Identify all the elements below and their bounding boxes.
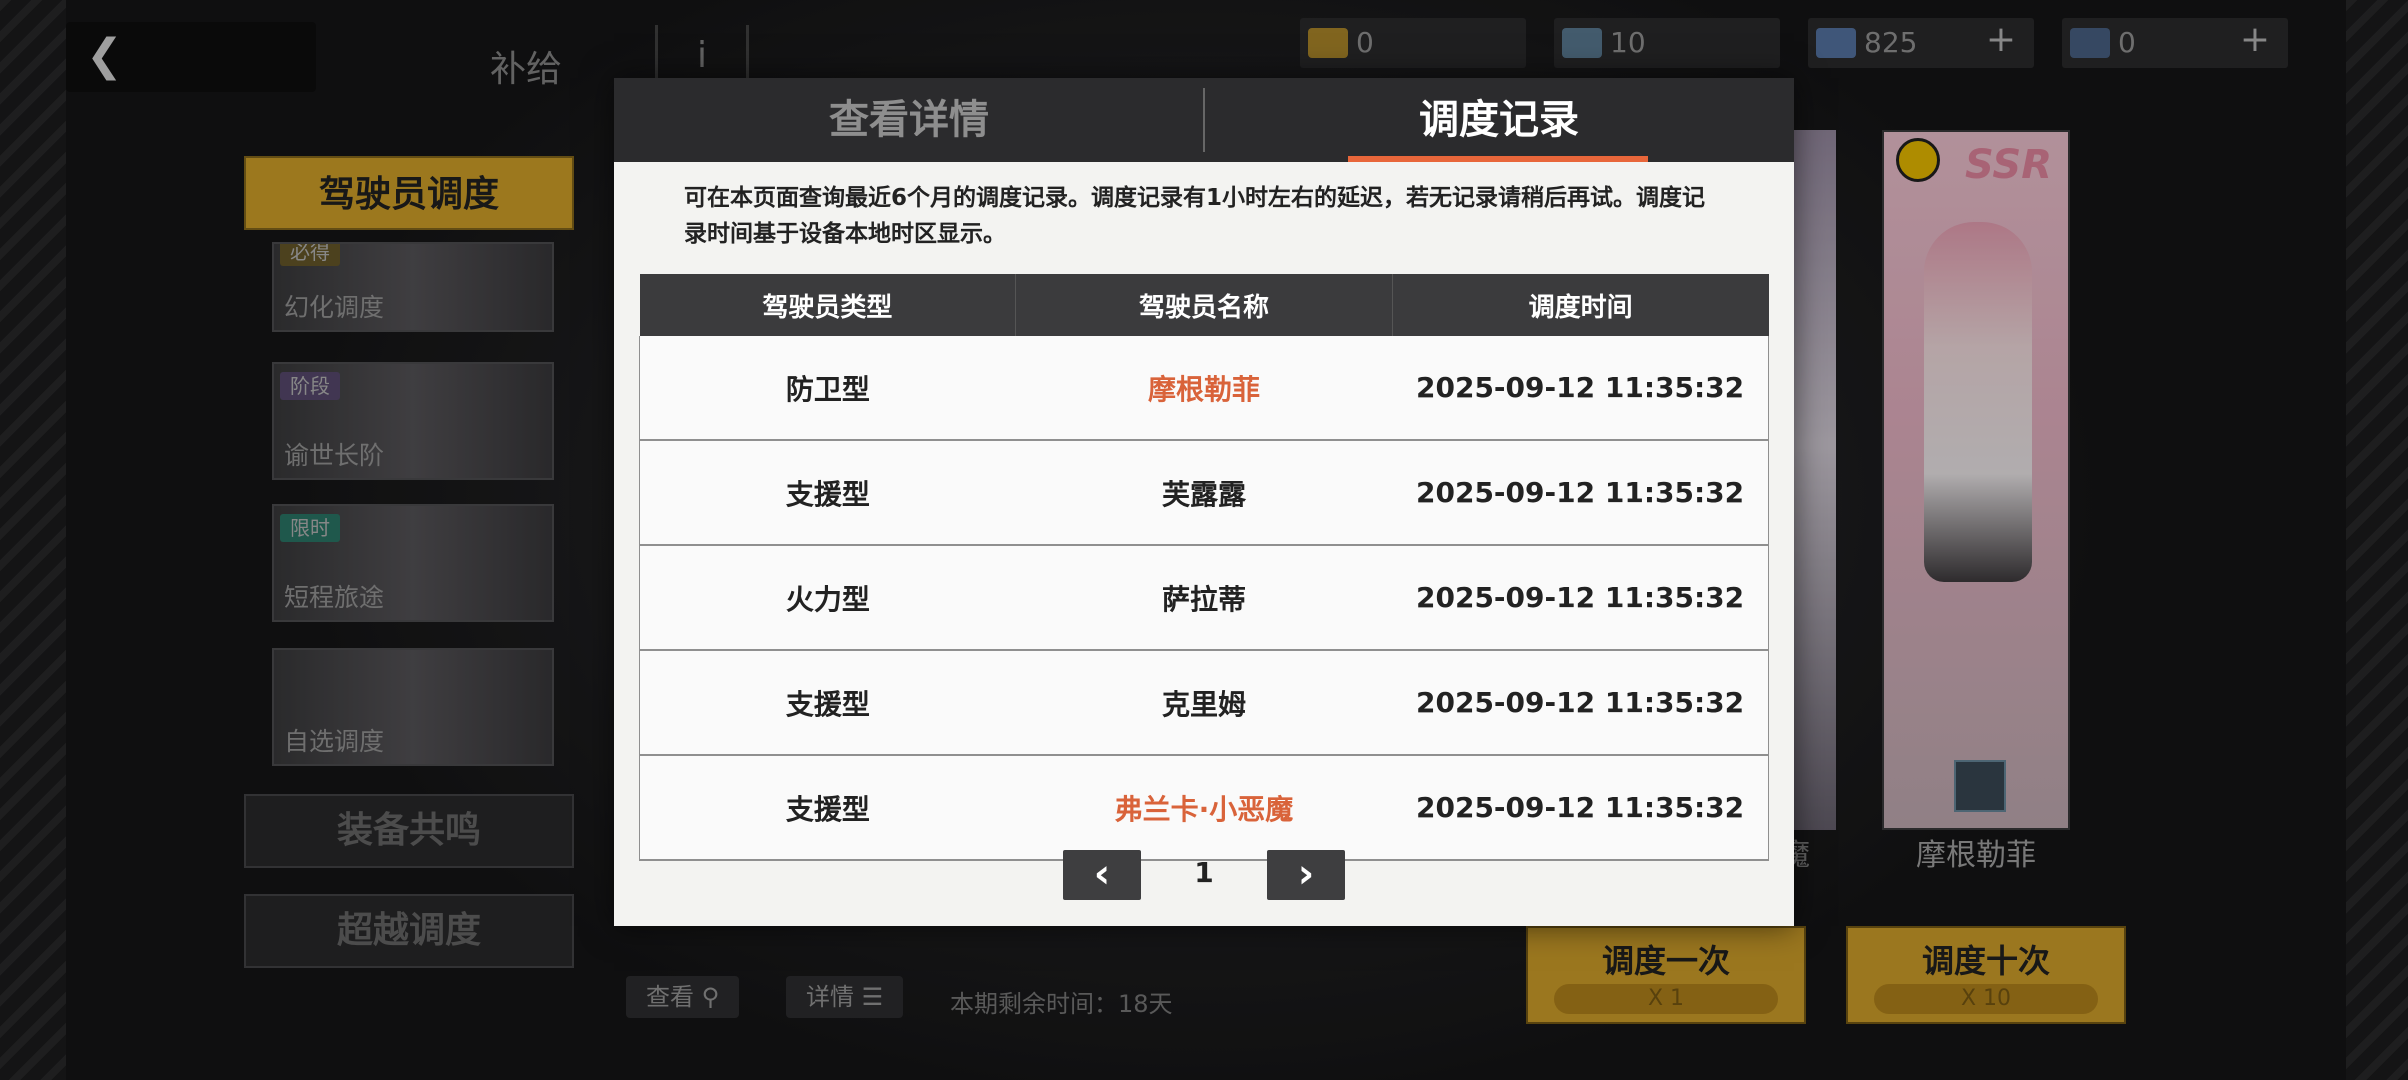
records-description: 可在本页面查询最近6个月的调度记录。调度记录有1小时左右的延迟，若无记录请稍后再… bbox=[684, 185, 1706, 247]
column-header: 调度时间 bbox=[1392, 274, 1769, 336]
dispatch-time: 2025-09-12 11:35:32 bbox=[1392, 336, 1770, 441]
table-row: 支援型 芙露露 2025-09-12 11:35:32 bbox=[638, 440, 1770, 546]
pilot-name: 芙露露 bbox=[1015, 440, 1393, 546]
tab-dispatch-records[interactable]: 调度记录 bbox=[1204, 78, 1794, 162]
next-page-button[interactable]: › bbox=[1267, 850, 1345, 900]
dialog-tabs: 查看详情 调度记录 bbox=[614, 78, 1794, 162]
table-row: 火力型 萨拉蒂 2025-09-12 11:35:32 bbox=[638, 545, 1770, 651]
column-header: 驾驶员类型 bbox=[639, 274, 1017, 336]
chevron-right-icon: › bbox=[1297, 851, 1315, 897]
pilot-type: 支援型 bbox=[638, 650, 1016, 756]
table-row: 支援型 克里姆 2025-09-12 11:35:32 bbox=[638, 650, 1770, 756]
pilot-name: 萨拉蒂 bbox=[1015, 545, 1393, 651]
pilot-name: 克里姆 bbox=[1015, 650, 1393, 756]
pilot-type: 火力型 bbox=[638, 545, 1016, 651]
dispatch-time: 2025-09-12 11:35:32 bbox=[1392, 545, 1770, 651]
prev-page-button[interactable]: ‹ bbox=[1063, 850, 1141, 900]
pilot-name: 摩根勒菲 bbox=[1015, 336, 1393, 441]
pilot-type: 防卫型 bbox=[638, 336, 1016, 441]
dispatch-time: 2025-09-12 11:35:32 bbox=[1392, 650, 1770, 756]
pilot-type: 支援型 bbox=[638, 440, 1016, 546]
tab-view-details[interactable]: 查看详情 bbox=[614, 78, 1204, 162]
active-tab-indicator bbox=[1348, 156, 1648, 162]
chevron-left-icon: ‹ bbox=[1093, 851, 1111, 897]
dispatch-time: 2025-09-12 11:35:32 bbox=[1392, 440, 1770, 546]
column-header: 驾驶员名称 bbox=[1015, 274, 1393, 336]
page-number: 1 bbox=[1194, 856, 1214, 889]
table-row: 防卫型 摩根勒菲 2025-09-12 11:35:32 bbox=[638, 336, 1770, 441]
pilot-type: 支援型 bbox=[638, 755, 1016, 861]
table-row: 支援型 弗兰卡·小恶魔 2025-09-12 11:35:32 bbox=[638, 755, 1770, 861]
records-table: 驾驶员类型 驾驶员名称 调度时间 防卫型 摩根勒菲 2025-09-12 11:… bbox=[638, 274, 1770, 861]
dispatch-time: 2025-09-12 11:35:32 bbox=[1392, 755, 1770, 861]
pilot-name: 弗兰卡·小恶魔 bbox=[1015, 755, 1393, 861]
records-dialog: 查看详情 调度记录 可在本页面查询最近6个月的调度记录。调度记录有1小时左右的延… bbox=[614, 78, 1794, 926]
